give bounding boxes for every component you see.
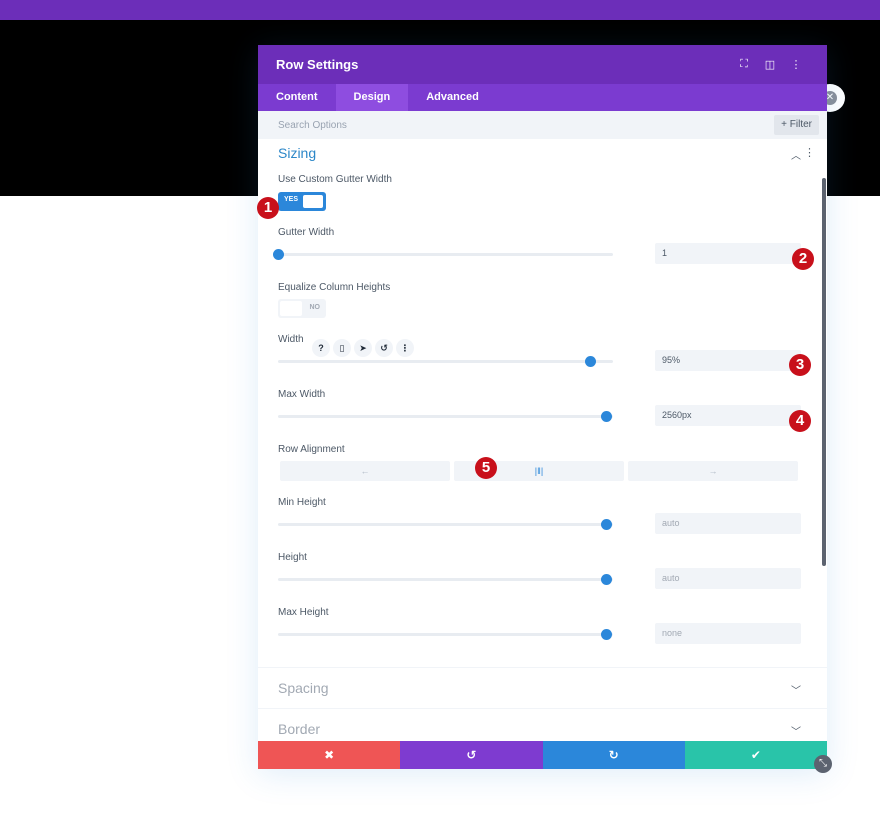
gutter-width-label: Gutter Width — [278, 227, 335, 238]
section-title-border[interactable]: Border — [278, 721, 320, 737]
section-title-sizing[interactable]: Sizing — [278, 145, 316, 161]
slider-thumb[interactable] — [601, 519, 613, 530]
fullscreen-icon[interactable]: ⛶ — [731, 58, 757, 71]
max-width-label: Max Width — [278, 389, 326, 400]
cancel-button[interactable]: ✖ — [258, 741, 401, 769]
mobile-icon[interactable]: ▯ — [333, 339, 351, 357]
max-width-input[interactable]: 2560px — [655, 405, 801, 426]
tab-advanced[interactable]: Advanced — [408, 84, 497, 111]
more-icon[interactable]: ⋮ — [396, 339, 414, 357]
min-height-input[interactable]: auto — [655, 513, 801, 534]
height-input[interactable]: auto — [655, 568, 801, 589]
chevron-down-icon[interactable]: ﹀ — [791, 682, 801, 697]
row-settings-panel: Row Settings ⛶ ◫ ⋮ Content Design Advanc… — [258, 45, 827, 769]
width-slider[interactable] — [278, 356, 613, 367]
height-label: Height — [278, 552, 307, 563]
height-slider[interactable] — [278, 574, 613, 585]
annotation-marker-5: 5 — [475, 457, 497, 479]
search-input[interactable]: Search Options — [278, 120, 347, 131]
annotation-marker-2: 2 — [792, 248, 814, 270]
resize-handle-icon[interactable]: ⤡ — [814, 755, 832, 773]
split-view-icon[interactable]: ◫ — [757, 58, 783, 71]
min-height-slider[interactable] — [278, 519, 613, 530]
gutter-width-input[interactable]: 1 — [655, 243, 801, 264]
slider-thumb[interactable] — [601, 629, 613, 640]
divider — [258, 667, 827, 668]
slider-thumb[interactable] — [584, 356, 596, 367]
equalize-heights-label: Equalize Column Heights — [278, 282, 391, 293]
width-input[interactable]: 95% — [655, 350, 801, 371]
gutter-width-slider[interactable] — [273, 249, 613, 260]
redo-button[interactable]: ↻ — [542, 741, 685, 769]
panel-header: Row Settings ⛶ ◫ ⋮ — [258, 45, 827, 84]
undo-button[interactable]: ↺ — [400, 741, 543, 769]
align-left-button[interactable]: ← — [280, 461, 450, 481]
max-width-slider[interactable] — [278, 411, 613, 422]
panel-title: Row Settings — [276, 57, 359, 72]
tab-design[interactable]: Design — [335, 84, 409, 111]
search-bar[interactable]: Search Options + Filter — [258, 111, 827, 139]
annotation-marker-1: 1 — [257, 197, 279, 219]
reset-icon[interactable]: ↺ — [375, 339, 393, 357]
tab-content[interactable]: Content — [258, 84, 336, 111]
custom-gutter-toggle[interactable]: YES — [278, 192, 326, 211]
section-options-icon[interactable]: ⋮ — [804, 146, 815, 159]
max-height-label: Max Height — [278, 607, 329, 618]
equalize-heights-toggle[interactable]: NO — [278, 299, 326, 318]
annotation-marker-4: 4 — [789, 410, 811, 432]
top-bar — [0, 0, 880, 20]
slider-thumb[interactable] — [273, 249, 284, 260]
row-alignment-label: Row Alignment — [278, 444, 345, 455]
slider-thumb[interactable] — [601, 574, 613, 585]
annotation-marker-3: 3 — [789, 354, 811, 376]
cursor-icon[interactable]: ➤ — [354, 339, 372, 357]
align-right-button[interactable]: → — [628, 461, 798, 481]
slider-thumb[interactable] — [601, 411, 613, 422]
width-option-icons: ? ▯ ➤ ↺ ⋮ — [312, 339, 414, 357]
max-height-slider[interactable] — [278, 629, 613, 640]
divider — [258, 708, 827, 709]
max-height-input[interactable]: none — [655, 623, 801, 644]
save-button[interactable]: ✔ — [684, 741, 827, 769]
custom-gutter-label: Use Custom Gutter Width — [278, 174, 392, 185]
settings-content: Sizing ︿ ⋮ Use Custom Gutter Width YES G… — [258, 139, 827, 741]
section-title-spacing[interactable]: Spacing — [278, 680, 329, 696]
help-icon[interactable]: ? — [312, 339, 330, 357]
panel-tabs: Content Design Advanced — [258, 84, 827, 111]
width-label: Width — [278, 334, 304, 345]
scrollbar[interactable] — [822, 178, 826, 566]
chevron-down-icon[interactable]: ﹀ — [791, 723, 801, 738]
min-height-label: Min Height — [278, 497, 326, 508]
panel-footer: ✖ ↺ ↻ ✔ — [258, 741, 827, 769]
row-alignment-buttons: ← |‖| → — [280, 461, 798, 481]
filter-button[interactable]: + Filter — [774, 115, 819, 135]
more-options-icon[interactable]: ⋮ — [783, 58, 809, 71]
chevron-up-icon[interactable]: ︿ — [791, 147, 801, 162]
